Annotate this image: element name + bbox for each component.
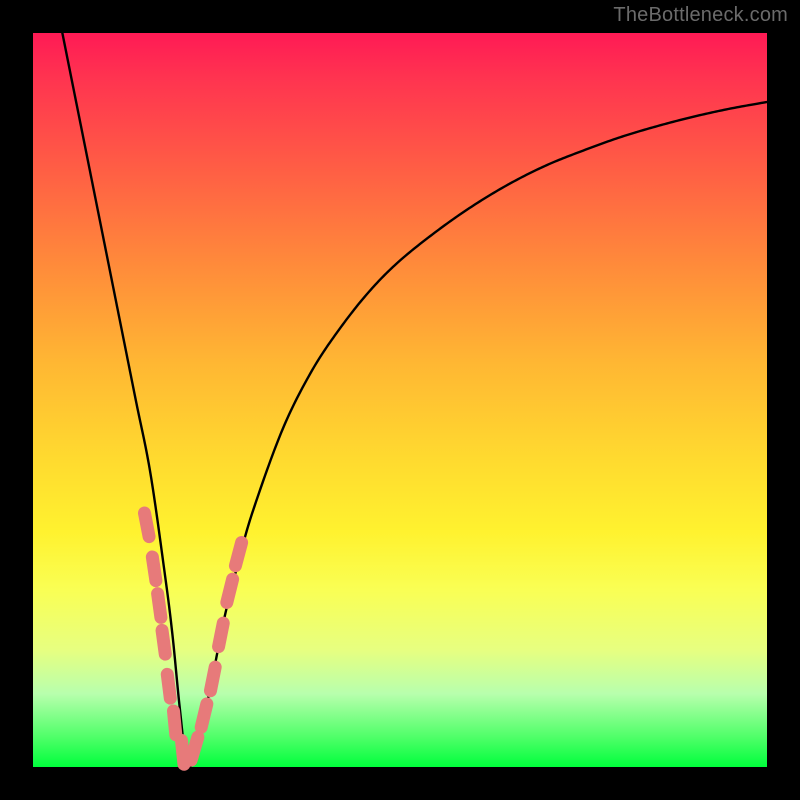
highlight-dash (158, 594, 161, 618)
chart-frame: TheBottleneck.com (0, 0, 800, 800)
highlight-dash (201, 704, 207, 727)
highlight-dash (181, 740, 184, 764)
highlight-dash (191, 737, 198, 760)
highlight-dash (144, 513, 149, 537)
highlight-dash (235, 543, 241, 566)
highlight-dash (167, 674, 170, 698)
highlight-dash (227, 579, 233, 602)
highlight-dash (210, 667, 215, 691)
highlight-dash (162, 630, 165, 654)
watermark-text: TheBottleneck.com (613, 4, 788, 27)
highlight-dash (173, 711, 175, 735)
highlight-dash (152, 557, 156, 581)
plot-area (33, 33, 767, 767)
highlight-dash (219, 623, 224, 647)
bottleneck-curve (33, 33, 767, 767)
